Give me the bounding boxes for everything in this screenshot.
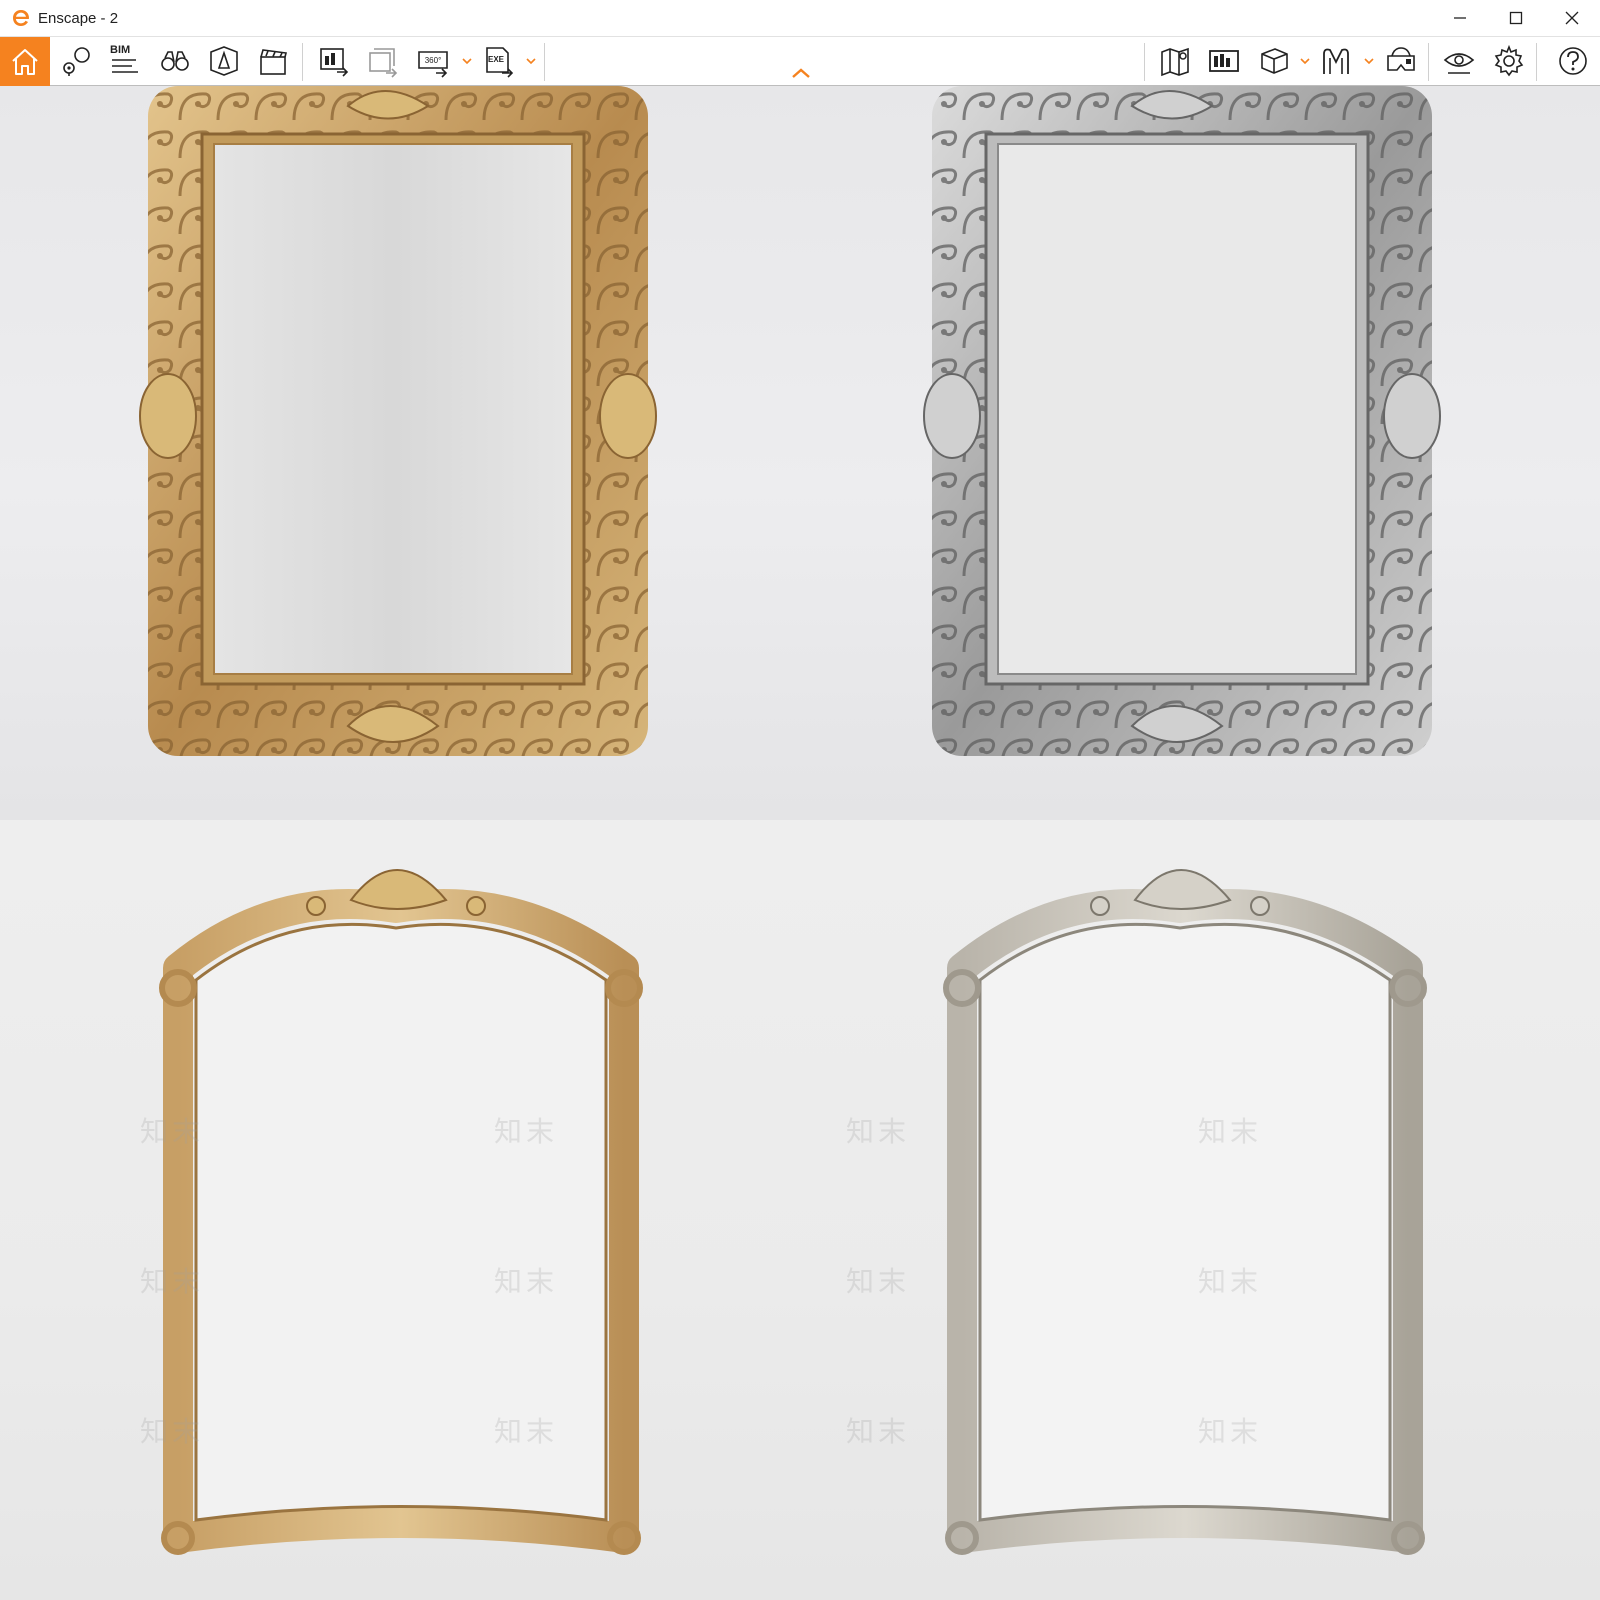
watermark: 知末: [846, 1416, 911, 1447]
svg-text:EXE: EXE: [488, 55, 505, 64]
window-controls: [1432, 0, 1600, 36]
render-viewport[interactable]: 知末 知末 知末 知末 知末 知末 知末 知末 知末 知末 知末 知末: [0, 86, 1600, 1600]
watermark: 知末: [494, 1116, 559, 1147]
watermark: 知末: [140, 1116, 205, 1147]
perspective-icon: [210, 46, 238, 76]
chevron-up-icon: [792, 68, 810, 78]
home-icon: [12, 48, 38, 75]
vr-headset-button[interactable]: [1380, 41, 1422, 81]
annotations-dropdown[interactable]: [1362, 51, 1376, 71]
minimize-icon: [1454, 17, 1466, 19]
close-icon: [1565, 11, 1579, 25]
chevron-down-icon: [462, 58, 472, 65]
site-context-button[interactable]: [1154, 41, 1196, 81]
explore-button[interactable]: [154, 41, 196, 81]
export-exe-button[interactable]: EXE: [478, 41, 520, 81]
baroque-frame-gold: [139, 86, 657, 756]
window-title: Enscape - 2: [38, 9, 119, 27]
toolbar-separator: [302, 43, 303, 81]
map-icon: [1161, 47, 1189, 77]
chevron-down-icon: [526, 58, 536, 65]
material-icon: [1209, 50, 1239, 72]
arched-frame-gold: [159, 869, 643, 1555]
cube-icon: [1261, 48, 1288, 74]
arched-frame-silver: [943, 869, 1427, 1555]
bim-label: BIM: [110, 44, 131, 56]
binoculars-icon: [161, 51, 189, 71]
help-button[interactable]: [1552, 41, 1594, 81]
batch-render-icon: [369, 48, 398, 78]
watermark: 知末: [846, 1116, 911, 1147]
watermark: 知末: [140, 1416, 205, 1447]
vr-headset-icon: [1387, 47, 1415, 71]
export-dropdown[interactable]: [524, 51, 538, 71]
minimize-button[interactable]: [1432, 0, 1488, 36]
maximize-icon: [1509, 11, 1523, 25]
material-editor-button[interactable]: [1203, 41, 1245, 81]
chevron-down-icon: [1364, 58, 1374, 65]
watermark: 知末: [494, 1416, 559, 1447]
asset-library-button[interactable]: [1253, 41, 1295, 81]
render-image-icon: [320, 48, 349, 77]
enscape-toolbar: BIM 360° EXE: [0, 36, 1600, 86]
maximize-button[interactable]: [1488, 0, 1544, 36]
viewport-bottom-row: 知末 知末 知末 知末 知末 知末 知末 知末 知末 知末 知末 知末: [0, 820, 1600, 1600]
view-management-button[interactable]: [56, 41, 98, 81]
enscape-logo-icon: [13, 10, 29, 26]
panorama-dropdown[interactable]: [460, 51, 474, 71]
watermark: 知末: [1198, 1416, 1263, 1447]
title-bar: Enscape - 2: [0, 0, 1600, 36]
gear-icon: [1494, 44, 1524, 77]
batch-render-button[interactable]: [362, 41, 404, 81]
collapse-toolbar-button[interactable]: [788, 65, 814, 81]
general-settings-button[interactable]: [1488, 41, 1530, 81]
map-pin-icon: [63, 47, 90, 76]
baroque-frame-silver: [923, 86, 1441, 756]
export-exe-icon: EXE: [486, 47, 514, 78]
visual-settings-button[interactable]: [1438, 41, 1480, 81]
close-button[interactable]: [1544, 0, 1600, 36]
asset-library-dropdown[interactable]: [1298, 51, 1312, 71]
toolbar-separator: [1144, 43, 1145, 81]
watermark: 知末: [1198, 1116, 1263, 1147]
annotation-icon: [1323, 48, 1349, 74]
clapperboard-icon: [260, 49, 287, 75]
watermark: 知末: [494, 1266, 559, 1297]
panorama-360-icon: 360°: [418, 51, 448, 78]
svg-text:360°: 360°: [425, 56, 442, 65]
render-image-button[interactable]: [313, 41, 355, 81]
eye-icon: [1443, 53, 1475, 74]
annotations-button[interactable]: [1316, 41, 1358, 81]
video-editor-button[interactable]: [252, 41, 294, 81]
toolbar-separator: [1536, 43, 1537, 81]
home-button[interactable]: [0, 37, 50, 86]
panorama-360-button[interactable]: 360°: [412, 41, 454, 81]
viewport-top-row: [0, 86, 1600, 820]
help-icon: [1559, 47, 1587, 75]
toolbar-separator: [544, 43, 545, 81]
orthographic-button[interactable]: [203, 41, 245, 81]
toolbar-separator: [1428, 43, 1429, 81]
chevron-down-icon: [1300, 58, 1310, 65]
watermark: 知末: [1198, 1266, 1263, 1297]
watermark: 知末: [846, 1266, 911, 1297]
watermark: 知末: [140, 1266, 205, 1297]
